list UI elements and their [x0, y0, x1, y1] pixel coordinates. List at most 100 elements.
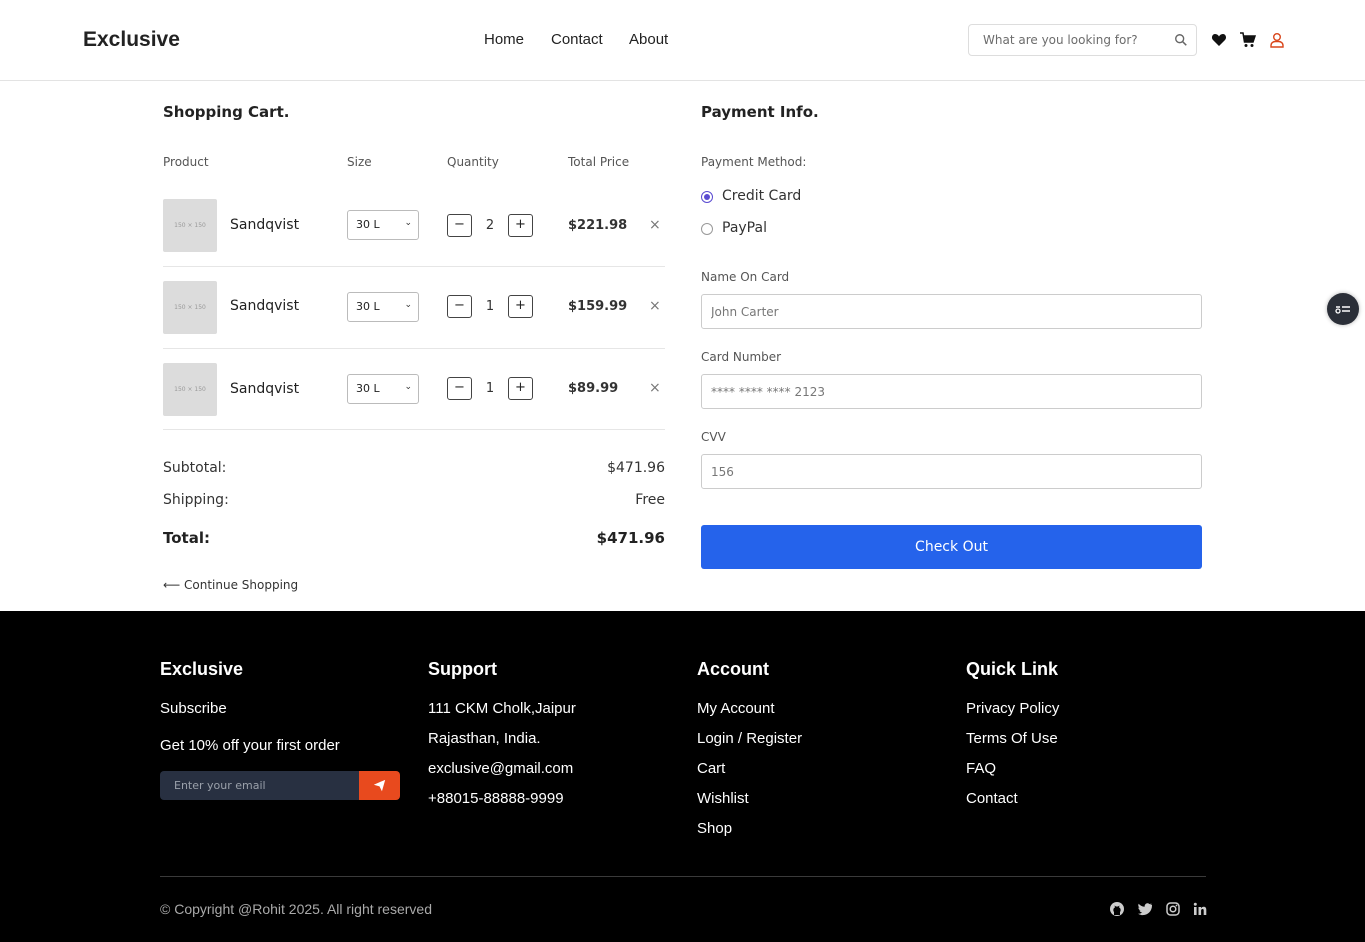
- quantity-decrease-button[interactable]: −: [447, 295, 472, 318]
- remove-item-button[interactable]: ×: [649, 380, 661, 396]
- search-icon[interactable]: [1174, 33, 1188, 47]
- size-select[interactable]: 30 L ⌄: [347, 374, 419, 404]
- footer-link-my-account[interactable]: My Account: [697, 700, 775, 717]
- cvv-field: [701, 454, 1202, 489]
- footer-brand: Exclusive: [160, 659, 244, 679]
- subtotal-value: $471.96: [607, 460, 665, 476]
- name-on-card-field: [701, 294, 1202, 329]
- site-footer: Exclusive Subscribe Get 10% off your fir…: [0, 611, 1365, 942]
- payment-title: Payment Info.: [701, 103, 819, 121]
- quantity-increase-button[interactable]: +: [508, 214, 533, 237]
- card-number-input[interactable]: [702, 375, 1201, 408]
- quantity-value: 1: [485, 299, 495, 314]
- item-total-price: $159.99: [568, 299, 628, 314]
- remove-item-button[interactable]: ×: [649, 298, 661, 314]
- paper-plane-icon: [373, 779, 386, 792]
- floating-toggle-button[interactable]: [1327, 293, 1359, 325]
- footer-link-privacy-policy[interactable]: Privacy Policy: [966, 700, 1059, 717]
- size-select[interactable]: 30 L ⌄: [347, 210, 419, 240]
- continue-shopping-link[interactable]: ⟵ Continue Shopping: [163, 578, 298, 592]
- support-email[interactable]: exclusive@gmail.com: [428, 760, 573, 777]
- quantity-increase-button[interactable]: +: [508, 295, 533, 318]
- remove-item-button[interactable]: ×: [649, 217, 661, 233]
- chevron-down-icon: ⌄: [404, 300, 412, 310]
- size-value: 30 L: [356, 300, 380, 313]
- copyright-text: © Copyright @Rohit 2025. All right reser…: [160, 901, 432, 917]
- cart-title: Shopping Cart.: [163, 103, 290, 121]
- product-name[interactable]: Sandqvist: [230, 381, 299, 397]
- quantity-decrease-button[interactable]: −: [447, 214, 472, 237]
- instagram-icon[interactable]: [1165, 901, 1181, 917]
- site-header: Exclusive Home Contact About: [0, 0, 1365, 81]
- support-address-line: Rajasthan, India.: [428, 730, 541, 747]
- search-box: [968, 24, 1197, 56]
- newsletter-form: [160, 771, 400, 800]
- cart-row: 150 × 150 Sandqvist 30 L ⌄ − 2 + $221.98 …: [163, 185, 665, 267]
- footer-link-terms[interactable]: Terms Of Use: [966, 730, 1058, 747]
- shipping-value: Free: [635, 492, 665, 508]
- footer-link-shop[interactable]: Shop: [697, 820, 732, 837]
- github-icon[interactable]: [1109, 901, 1125, 917]
- col-product: Product: [163, 155, 209, 169]
- col-size: Size: [347, 155, 372, 169]
- footer-link-login-register[interactable]: Login / Register: [697, 730, 802, 747]
- chevron-down-icon: ⌄: [404, 382, 412, 392]
- footer-support-title: Support: [428, 659, 497, 679]
- size-value: 30 L: [356, 218, 380, 231]
- credit-card-label[interactable]: Credit Card: [722, 188, 801, 204]
- total-label: Total:: [163, 529, 210, 547]
- heart-icon[interactable]: [1211, 32, 1227, 48]
- footer-subscribe: Subscribe: [160, 700, 227, 717]
- product-name[interactable]: Sandqvist: [230, 298, 299, 314]
- credit-card-radio[interactable]: [701, 191, 713, 203]
- search-input[interactable]: [970, 26, 1165, 54]
- check-out-button[interactable]: Check Out: [701, 525, 1202, 569]
- product-name[interactable]: Sandqvist: [230, 217, 299, 233]
- cvv-input[interactable]: [702, 455, 1201, 488]
- footer-offer: Get 10% off your first order: [160, 737, 340, 754]
- footer-link-wishlist[interactable]: Wishlist: [697, 790, 749, 807]
- newsletter-email-input[interactable]: [160, 771, 359, 800]
- footer-divider: [160, 876, 1206, 877]
- item-total-price: $89.99: [568, 381, 619, 396]
- cart-row: 150 × 150 Sandqvist 30 L ⌄ − 1 + $159.99 …: [163, 267, 665, 349]
- size-value: 30 L: [356, 382, 380, 395]
- footer-link-faq[interactable]: FAQ: [966, 760, 996, 777]
- footer-quick-link-title: Quick Link: [966, 659, 1059, 679]
- twitter-icon[interactable]: [1137, 901, 1153, 917]
- product-thumbnail: 150 × 150: [163, 363, 217, 416]
- footer-link-cart[interactable]: Cart: [697, 760, 725, 777]
- support-phone[interactable]: +88015-88888-9999: [428, 790, 564, 807]
- nav-home[interactable]: Home: [484, 31, 524, 48]
- subtotal-label: Subtotal:: [163, 460, 227, 476]
- card-number-field: [701, 374, 1202, 409]
- cart-icon[interactable]: [1240, 32, 1256, 48]
- cart-row: 150 × 150 Sandqvist 30 L ⌄ − 1 + $89.99 ×: [163, 348, 665, 430]
- name-on-card-input[interactable]: [702, 295, 1201, 328]
- shipping-row: Shipping: Free: [163, 492, 665, 508]
- cvv-label: CVV: [701, 430, 726, 444]
- size-select[interactable]: 30 L ⌄: [347, 292, 419, 322]
- nav-contact[interactable]: Contact: [551, 31, 603, 48]
- newsletter-send-button[interactable]: [359, 771, 400, 800]
- support-address-line: 111 CKM Cholk,Jaipur: [428, 700, 576, 717]
- name-on-card-label: Name On Card: [701, 270, 790, 284]
- quantity-value: 2: [485, 218, 495, 233]
- footer-link-contact[interactable]: Contact: [966, 790, 1018, 807]
- quantity-decrease-button[interactable]: −: [447, 377, 472, 400]
- nav-about[interactable]: About: [629, 31, 668, 48]
- col-quantity: Quantity: [447, 155, 499, 169]
- paypal-label[interactable]: PayPal: [722, 220, 767, 236]
- shipping-label: Shipping:: [163, 492, 229, 508]
- paypal-radio[interactable]: [701, 223, 713, 235]
- chevron-down-icon: ⌄: [404, 218, 412, 228]
- subtotal-row: Subtotal: $471.96: [163, 460, 665, 476]
- quantity-value: 1: [485, 381, 495, 396]
- footer-account-title: Account: [697, 659, 769, 679]
- quantity-increase-button[interactable]: +: [508, 377, 533, 400]
- card-number-label: Card Number: [701, 350, 782, 364]
- user-icon[interactable]: [1269, 32, 1285, 48]
- linkedin-icon[interactable]: [1192, 901, 1208, 917]
- toggle-list-icon: [1335, 306, 1350, 314]
- brand-logo[interactable]: Exclusive: [83, 28, 180, 52]
